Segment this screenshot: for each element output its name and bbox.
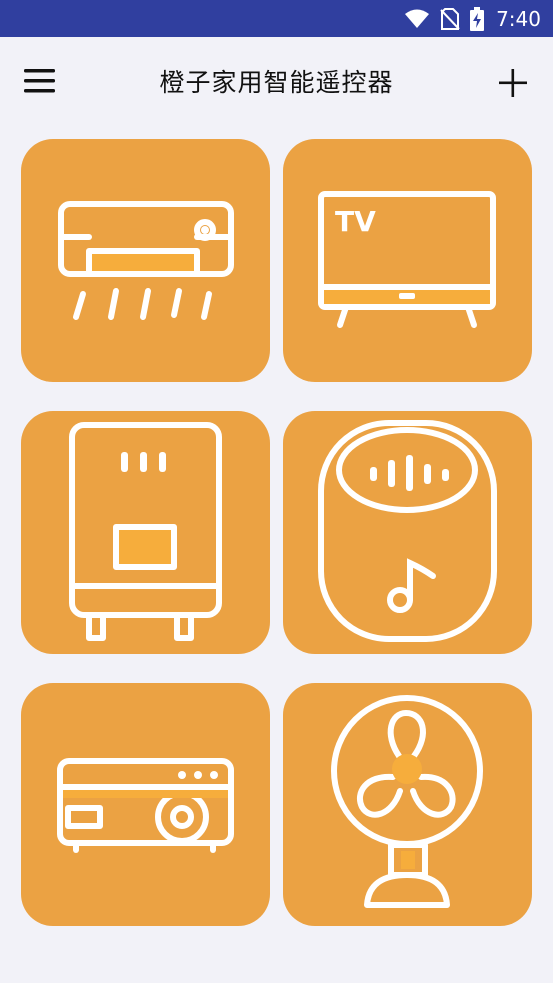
tv-icon: TV <box>318 191 496 328</box>
status-bar: 7:40 <box>0 0 553 37</box>
device-tile-projector[interactable] <box>21 683 270 926</box>
tv-label: TV <box>335 205 376 238</box>
air-conditioner-icon <box>58 201 234 320</box>
projector-icon <box>57 758 234 853</box>
water-heater-icon <box>69 422 222 641</box>
plus-icon[interactable] <box>497 67 529 99</box>
status-time: 7:40 <box>496 6 541 31</box>
fan-icon <box>331 695 483 908</box>
battery-charging-icon <box>470 6 485 31</box>
wifi-icon <box>405 9 430 28</box>
smart-speaker-icon <box>318 420 497 642</box>
device-tile-tv[interactable]: TV <box>283 139 532 382</box>
no-sim-icon <box>440 7 460 30</box>
device-grid: TV <box>21 139 532 926</box>
app-bar: 橙子家用智能遥控器 <box>0 37 553 127</box>
device-tile-fan[interactable] <box>283 683 532 926</box>
device-tile-smart-speaker[interactable] <box>283 411 532 654</box>
device-tile-air-conditioner[interactable] <box>21 139 270 382</box>
device-tile-water-heater[interactable] <box>21 411 270 654</box>
page-title: 橙子家用智能遥控器 <box>159 68 394 97</box>
